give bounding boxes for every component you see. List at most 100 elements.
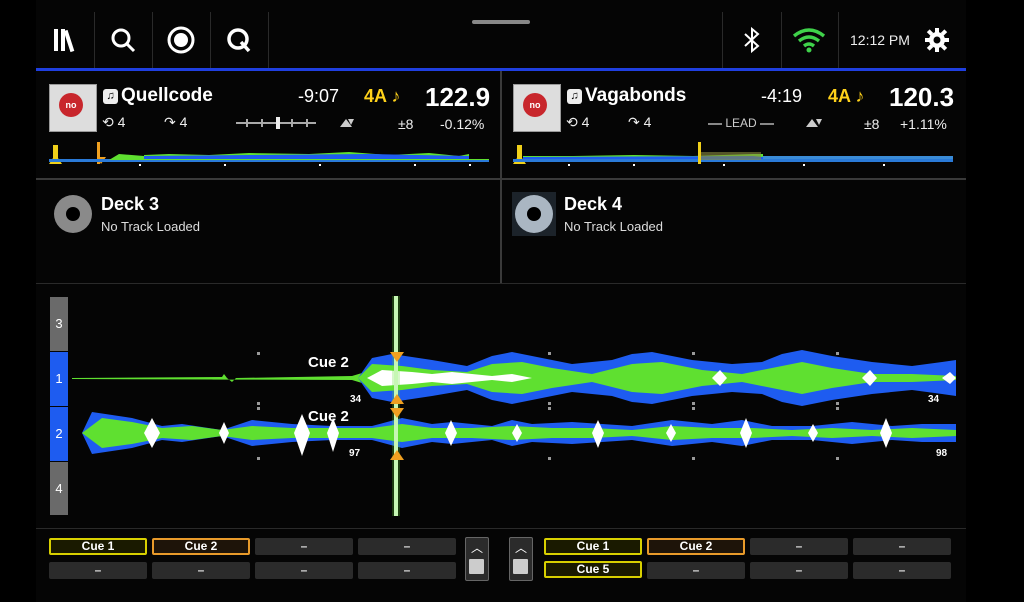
deck-status: No Track Loaded	[101, 219, 201, 234]
queue-icon	[227, 28, 251, 53]
lane-1[interactable]: 1	[50, 352, 68, 406]
drag-handle[interactable]	[472, 20, 530, 24]
music-note-icon: ♫	[103, 89, 118, 104]
pad-bank-button-right[interactable]: ︿	[509, 537, 533, 581]
cue-label-deck-2: Cue 2	[308, 408, 349, 425]
pad-bank-button-left[interactable]: ︿	[465, 537, 489, 581]
record-button[interactable]	[152, 12, 211, 68]
bpm-display: 122.9	[425, 82, 491, 112]
beat-counter: 97	[349, 448, 361, 459]
pitch-range[interactable]: ±8	[864, 116, 879, 132]
deck-title: Deck 4	[564, 194, 623, 214]
settings-button[interactable]	[908, 12, 966, 68]
lane-4[interactable]: 4	[50, 462, 68, 515]
key-value: 4A	[364, 86, 387, 106]
music-note-icon: ♪	[386, 86, 401, 106]
clock: 12:12 PM	[850, 32, 910, 48]
search-icon	[111, 28, 136, 53]
jump-value: 4	[179, 114, 188, 130]
album-logo: no	[59, 93, 83, 117]
wifi-icon	[792, 28, 826, 53]
deck-1-waveform	[72, 350, 956, 406]
record-icon	[167, 26, 195, 54]
hot-cue-pad-4[interactable]: –	[358, 538, 456, 555]
music-note-icon: ♪	[850, 86, 865, 106]
deck-title: Deck 3	[101, 194, 160, 214]
lane-2[interactable]: 2	[50, 407, 68, 461]
hot-cue-pad-5[interactable]: Cue 5	[544, 561, 642, 578]
hot-cue-pad-7[interactable]: –	[750, 562, 848, 579]
empty-disc-icon	[54, 195, 92, 233]
hot-cue-pad-6[interactable]: –	[152, 562, 250, 579]
beat-counter: 34	[350, 394, 362, 405]
beat-jump-size[interactable]: ↷ 4	[164, 114, 187, 131]
loop-value: 4	[117, 114, 126, 130]
loop-size[interactable]: ⟲ 4	[102, 114, 125, 131]
deck-4-panel[interactable]: Deck 4 No Track Loaded	[502, 180, 966, 280]
hot-cue-pad-7[interactable]: –	[255, 562, 353, 579]
time-remaining: -9:07	[298, 86, 340, 106]
bpm-display: 120.3	[889, 82, 955, 112]
hot-cue-pad-8[interactable]: –	[853, 562, 951, 579]
album-logo: no	[523, 93, 547, 117]
hot-cue-pad-8[interactable]: –	[358, 562, 456, 579]
jump-value: 4	[643, 114, 652, 130]
chevron-up-icon: ︿	[470, 541, 483, 555]
hot-cue-pad-3[interactable]: –	[255, 538, 353, 555]
loop-icon: ⟲	[566, 114, 582, 130]
loop-value: 4	[581, 114, 590, 130]
square-icon	[513, 559, 528, 574]
track-title: Quellcode	[121, 85, 213, 106]
deck-3-panel[interactable]: Deck 3 No Track Loaded	[36, 180, 500, 280]
parallel-waveforms[interactable]	[72, 290, 956, 526]
bluetooth-icon	[744, 26, 760, 54]
lead-label: LEAD	[725, 116, 757, 130]
jump-icon: ↷	[628, 114, 644, 130]
track-overview[interactable]	[49, 142, 489, 166]
hot-cue-pad-6[interactable]: –	[647, 562, 745, 579]
key-value: 4A	[828, 86, 851, 106]
key-display[interactable]: 4A ♪	[828, 86, 864, 107]
top-bar: 12:12 PM	[36, 12, 966, 68]
queue-button[interactable]	[210, 12, 269, 68]
deck-2-waveform	[82, 412, 956, 456]
hot-cue-pad-2[interactable]: Cue 2	[152, 538, 250, 555]
pads-divider	[36, 528, 966, 529]
square-icon	[469, 559, 484, 574]
time-remaining: -4:19	[761, 86, 803, 106]
key-display[interactable]: 4A ♪	[364, 86, 400, 107]
deck-1-panel[interactable]: no ♫ Quellcode -9:07 4A ♪ 122.9 ⟲ 4 ↷ 4 …	[36, 70, 500, 176]
gear-icon	[925, 28, 949, 52]
hot-cue-pad-1[interactable]: Cue 1	[544, 538, 642, 555]
waveform-divider	[36, 283, 966, 284]
track-overview[interactable]	[513, 142, 953, 166]
music-note-icon: ♫	[567, 89, 582, 104]
lane-3[interactable]: 3	[50, 297, 68, 351]
library-button[interactable]	[36, 12, 95, 68]
library-icon	[54, 29, 75, 53]
wifi-button[interactable]	[780, 12, 839, 68]
search-button[interactable]	[94, 12, 153, 68]
hot-cue-pad-2[interactable]: Cue 2	[647, 538, 745, 555]
hot-cue-pad-3[interactable]: –	[750, 538, 848, 555]
chevron-up-icon: ︿	[514, 541, 527, 555]
pitch-value: -0.12%	[440, 116, 485, 132]
hot-cue-pad-5[interactable]: –	[49, 562, 147, 579]
hot-cue-pad-4[interactable]: –	[853, 538, 951, 555]
deck-status: No Track Loaded	[564, 219, 664, 234]
nudge-arrows-icon	[806, 119, 822, 127]
beat-jump-size[interactable]: ↷ 4	[628, 114, 651, 131]
bluetooth-button[interactable]	[722, 12, 782, 68]
deck-2-panel[interactable]: no ♫ Vagabonds -4:19 4A ♪ 120.3 ⟲ 4 ↷ 4 …	[502, 70, 966, 176]
phase-meter	[236, 117, 354, 129]
deck-lane-selector: 3 1 2 4	[50, 297, 68, 515]
hot-cue-pad-1[interactable]: Cue 1	[49, 538, 147, 555]
pitch-value: +1.11%	[900, 116, 947, 132]
jump-icon: ↷	[164, 114, 180, 130]
album-art: no	[513, 84, 561, 132]
loop-size[interactable]: ⟲ 4	[566, 114, 589, 131]
empty-disc-icon	[515, 195, 553, 233]
sync-lead-indicator[interactable]: LEAD	[704, 116, 778, 130]
pitch-range[interactable]: ±8	[398, 116, 413, 132]
beat-counter: 98	[936, 448, 948, 459]
